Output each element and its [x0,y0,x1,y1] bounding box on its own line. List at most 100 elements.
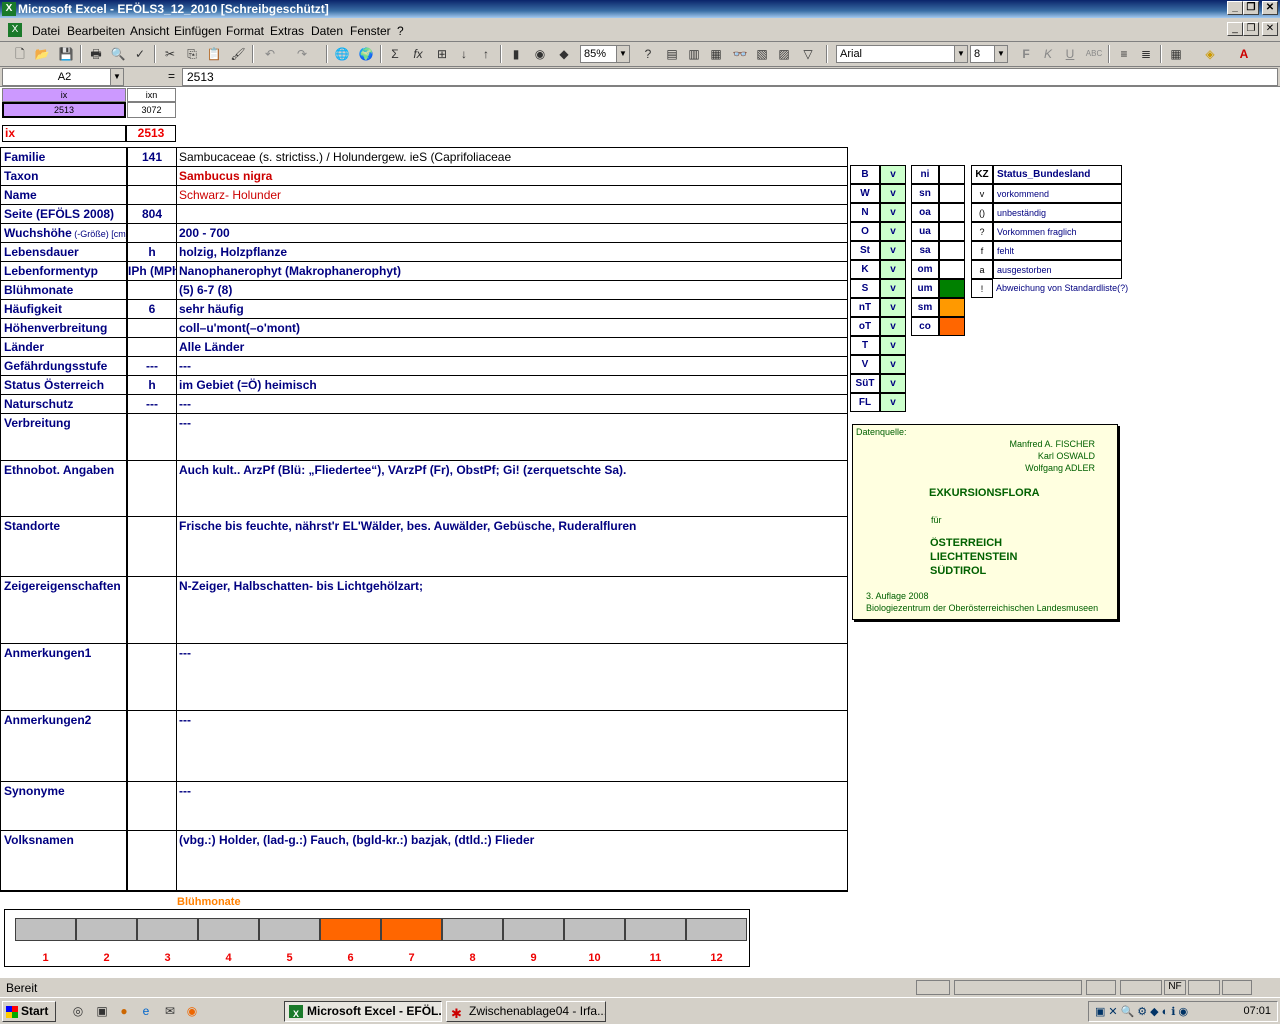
ix-big-value[interactable]: 2513 [126,125,176,142]
task-irfanview[interactable]: ✱ Zwischenablage04 - Irfa... [446,1001,606,1022]
row-code[interactable]: 141 [127,147,177,167]
align-center-icon[interactable]: ≣ [1136,45,1156,63]
quicklaunch-icon-4[interactable]: ✉ [160,1002,180,1020]
find-icon[interactable]: 👓 [730,45,750,63]
row-value[interactable]: im Gebiet (=Ö) heimisch [176,375,848,395]
row-value[interactable]: coll–u'mont(–o'mont) [176,318,848,338]
insert-link-icon[interactable]: 🌐 [332,45,352,63]
region-value[interactable]: v [880,279,906,298]
altitude-color[interactable] [939,165,965,184]
font-size-select[interactable]: 8 ▼ [970,45,1008,63]
row-code[interactable] [127,413,177,461]
menu-daten[interactable]: Daten [311,24,343,38]
align-left-icon[interactable]: ≡ [1114,45,1134,63]
row-code[interactable]: 804 [127,204,177,224]
zoom-select[interactable]: 85% ▼ [580,45,630,63]
menu-einfuegen[interactable]: Einfügen [174,24,221,38]
region-value[interactable]: v [880,317,906,336]
strikethrough-icon[interactable]: ABC [1084,45,1104,63]
altitude-color[interactable] [939,317,965,336]
ixn-value-cell[interactable]: 3072 [127,102,176,118]
row-value[interactable] [176,204,848,224]
row-value[interactable]: Schwarz- Holunder [176,185,848,205]
doc-minimize-button[interactable]: _ [1227,22,1243,36]
map-icon[interactable]: ◉ [530,45,550,63]
row-code[interactable]: h [127,242,177,262]
region-value[interactable]: v [880,355,906,374]
altitude-color[interactable] [939,203,965,222]
row-code[interactable] [127,576,177,644]
task-excel[interactable]: X Microsoft Excel - EFÖL... [284,1001,442,1022]
row-value[interactable]: --- [176,781,848,831]
row-value[interactable]: (5) 6-7 (8) [176,280,848,300]
workbook-icon[interactable]: X [8,23,22,37]
tool-icon-3[interactable]: ▦ [706,45,726,63]
region-value[interactable]: v [880,260,906,279]
altitude-color[interactable] [939,298,965,317]
row-code[interactable] [127,830,177,892]
name-box[interactable]: A2 ▼ [2,68,124,86]
font-select[interactable]: Arial ▼ [836,45,968,63]
altitude-color[interactable] [939,222,965,241]
row-code[interactable]: --- [127,356,177,376]
borders-icon[interactable]: ▦ [1166,45,1186,63]
row-value[interactable]: N-Zeiger, Halbschatten- bis Lichtgehölza… [176,576,848,644]
doc-close-button[interactable]: ✕ [1262,22,1278,36]
ie-icon[interactable]: e [136,1002,156,1020]
row-code[interactable] [127,185,177,205]
chart-wizard-icon[interactable]: ▮ [506,45,526,63]
tool-icon-2[interactable]: ▥ [684,45,704,63]
print-icon[interactable]: 🖶 [86,45,106,63]
font-color-icon[interactable]: A [1234,45,1254,63]
restore-button[interactable]: ❐ [1243,1,1259,15]
redo-icon[interactable]: ↷ [292,45,312,63]
underline-icon[interactable]: U [1060,45,1080,63]
row-code[interactable] [127,166,177,186]
start-button[interactable]: Start [2,1001,56,1022]
tray-icons[interactable]: ▣✕🔍⚙◆◐ℹ◉ [1095,1005,1191,1018]
row-code[interactable] [127,781,177,831]
fill-color-icon[interactable]: ◈ [1200,45,1220,63]
row-value[interactable]: 200 - 700 [176,223,848,243]
row-value[interactable]: Auch kult.. ArzPf (Blü: „Fliedertee“), V… [176,460,848,517]
function-icon[interactable]: fx [408,45,428,63]
row-code[interactable] [127,516,177,577]
row-value[interactable]: --- [176,394,848,414]
menu-extras[interactable]: Extras [270,24,304,38]
row-value[interactable]: Alle Länder [176,337,848,357]
formula-input[interactable]: 2513 [182,68,1278,86]
autofilter-icon[interactable]: ▽ [798,45,818,63]
row-code[interactable]: --- [127,394,177,414]
region-value[interactable]: v [880,222,906,241]
row-code[interactable]: h [127,375,177,395]
firefox-icon[interactable]: ◉ [182,1002,202,1020]
ix-header[interactable]: ix [2,88,126,102]
close-button[interactable]: ✕ [1262,1,1278,15]
altitude-color[interactable] [939,279,965,298]
row-code[interactable] [127,223,177,243]
row-code[interactable] [127,337,177,357]
doc-restore-button[interactable]: ❐ [1243,22,1259,36]
region-value[interactable]: v [880,184,906,203]
row-value[interactable]: Sambucaceae (s. strictiss.) / Holunderge… [176,147,848,167]
row-value[interactable]: --- [176,710,848,782]
italic-icon[interactable]: K [1038,45,1058,63]
altitude-color[interactable] [939,260,965,279]
cut-icon[interactable]: ✂ [160,45,180,63]
region-value[interactable]: v [880,203,906,222]
autosum-icon[interactable]: Σ [385,45,405,63]
quicklaunch-icon-3[interactable]: ● [114,1002,134,1020]
menu-format[interactable]: Format [226,24,264,38]
sort-asc-icon[interactable]: ↓ [454,45,474,63]
spellcheck-icon[interactable]: ✓ [130,45,150,63]
formula-equals[interactable]: = [168,69,175,83]
menu-ansicht[interactable]: Ansicht [130,24,169,38]
region-value[interactable]: v [880,336,906,355]
region-value[interactable]: v [880,298,906,317]
region-value[interactable]: v [880,374,906,393]
tool-icon-1[interactable]: ▤ [662,45,682,63]
minimize-button[interactable]: _ [1227,1,1243,15]
row-code[interactable] [127,710,177,782]
new-icon[interactable]: 🗋 [10,45,30,63]
row-value[interactable]: (vbg.:) Holder, (lad-g.:) Fauch, (bgld-k… [176,830,848,892]
